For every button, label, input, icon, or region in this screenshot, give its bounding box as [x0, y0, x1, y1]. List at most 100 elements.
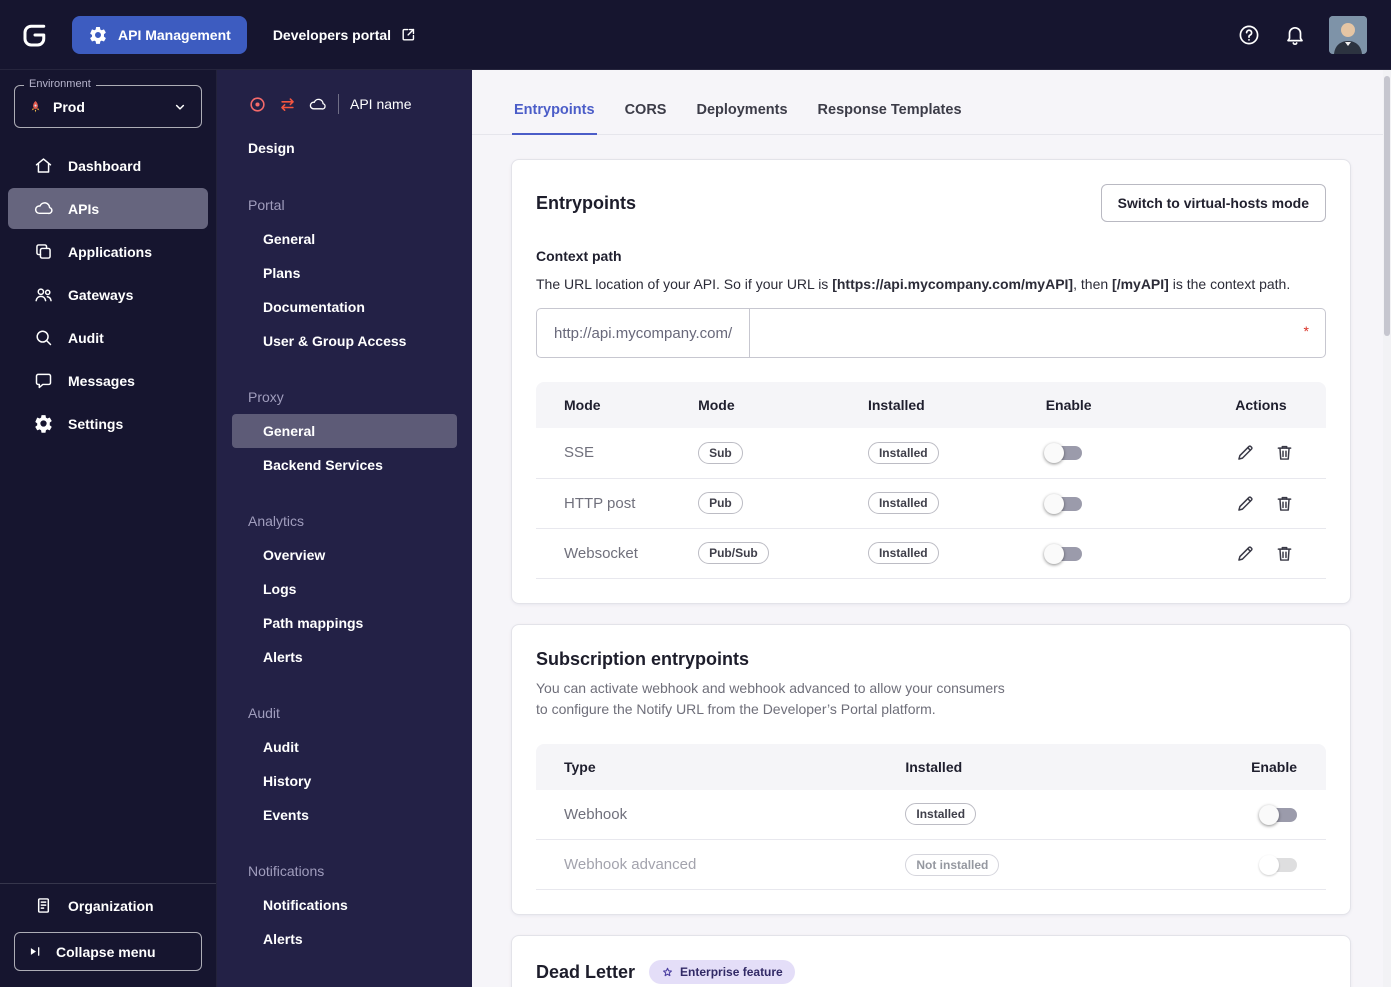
context-path-input[interactable] [750, 309, 1325, 357]
developers-portal-link[interactable]: Developers portal [273, 26, 417, 43]
user-avatar[interactable] [1329, 15, 1367, 54]
environment-select[interactable]: Environment Prod [14, 78, 202, 128]
api-menu-analytics-alerts[interactable]: Alerts [232, 640, 457, 674]
chevron-down-icon [171, 98, 189, 116]
api-menu-history[interactable]: History [232, 764, 457, 798]
edit-icon[interactable] [1235, 493, 1256, 514]
column-header-enable: Enable [1033, 382, 1224, 428]
installed-chip: Installed [867, 542, 939, 564]
tab-deployments[interactable]: Deployments [694, 98, 789, 135]
entrypoint-name: HTTP post [536, 478, 687, 529]
environment-value: Prod [53, 99, 85, 115]
api-menu-plans[interactable]: Plans [232, 256, 457, 290]
context-path-prefix: http://api.mycompany.com/ [537, 309, 751, 357]
installed-chip: Installed [905, 803, 977, 826]
sidebar-item-applications[interactable]: Applications [8, 231, 208, 272]
api-menu-design[interactable]: Design [217, 130, 472, 166]
api-menu-portal-general[interactable]: General [232, 222, 457, 256]
sidebar-item-organization[interactable]: Organization [8, 885, 208, 926]
help-icon[interactable] [1237, 23, 1261, 47]
api-menu-backend-services[interactable]: Backend Services [232, 448, 457, 482]
delete-icon[interactable] [1274, 493, 1295, 514]
gear-icon [33, 413, 54, 434]
edit-icon[interactable] [1235, 543, 1256, 564]
api-menu-path-mappings[interactable]: Path mappings [232, 606, 457, 640]
table-row-websocket: Websocket Pub/Sub Installed [536, 528, 1326, 579]
api-menu-audit[interactable]: Audit [232, 730, 457, 764]
sidebar-item-apis[interactable]: APIs [8, 188, 208, 229]
api-menu-overview[interactable]: Overview [232, 538, 457, 572]
section-title-proxy: Proxy [248, 389, 284, 405]
stop-api-icon[interactable] [248, 95, 267, 114]
sidebar-item-label: Applications [68, 243, 153, 260]
required-asterisk: * [1303, 323, 1309, 339]
installed-chip: Installed [867, 441, 939, 464]
subscription-type: Webhook [536, 789, 894, 840]
star-icon [663, 967, 672, 976]
gravitee-logo-icon [20, 20, 50, 50]
api-menu-documentation[interactable]: Documentation [232, 290, 457, 324]
divider [338, 94, 339, 114]
entrypoints-table: Mode Mode Installed Enable Actions SSE S… [536, 382, 1326, 579]
table-row-http-post: HTTP post Pub Installed [536, 478, 1326, 529]
webhook-advanced-enable-toggle [1259, 855, 1297, 876]
sidebar-item-label: APIs [68, 200, 100, 217]
sidebar-item-label: Gateways [68, 286, 134, 303]
api-menu-proxy-general[interactable]: General [232, 414, 457, 448]
scrollbar-thumb[interactable] [1384, 76, 1390, 336]
api-sidebar: API name Design Portal General Plans Doc… [217, 70, 472, 987]
sidebar-item-messages[interactable]: Messages [8, 360, 208, 401]
websocket-enable-toggle[interactable] [1043, 543, 1082, 564]
table-row-webhook: Webhook Installed [536, 789, 1326, 840]
delete-icon[interactable] [1274, 442, 1295, 463]
primary-sidebar: Environment Prod Dashboard APIs Applicat… [0, 70, 217, 987]
table-row-webhook-advanced: Webhook advanced Not installed [536, 839, 1326, 890]
entrypoint-name: Websocket [536, 528, 687, 579]
section-title-portal: Portal [248, 197, 285, 213]
dead-letter-title: Dead Letter [536, 961, 636, 982]
section-title-audit: Audit [248, 705, 280, 721]
api-name: API name [350, 96, 412, 112]
sidebar-item-label: Dashboard [68, 157, 142, 174]
notifications-bell-icon[interactable] [1283, 23, 1307, 47]
api-menu-notifications-alerts[interactable]: Alerts [232, 922, 457, 956]
collapse-menu-button[interactable]: Collapse menu [14, 932, 202, 971]
desc-text: The URL location of your API. So if your… [536, 276, 833, 292]
column-header-actions: Actions [1223, 382, 1326, 428]
api-menu-events[interactable]: Events [232, 798, 457, 832]
tab-cors[interactable]: CORS [623, 98, 669, 135]
sidebar-item-label: Audit [68, 329, 104, 346]
delete-icon[interactable] [1274, 543, 1295, 564]
sse-enable-toggle[interactable] [1043, 443, 1082, 464]
sync-arrows-icon[interactable] [278, 95, 297, 114]
enterprise-feature-label: Enterprise feature [680, 965, 783, 979]
sidebar-item-dashboard[interactable]: Dashboard [8, 145, 208, 186]
gear-icon [88, 25, 108, 45]
column-header-installed: Installed [893, 743, 1240, 790]
webhook-enable-toggle[interactable] [1259, 804, 1297, 825]
edit-icon[interactable] [1235, 442, 1256, 463]
subscription-table: Type Installed Enable Webhook Installed [536, 743, 1326, 890]
installed-chip: Installed [867, 492, 939, 514]
api-menu-user-group-access[interactable]: User & Group Access [232, 324, 457, 358]
sidebar-item-gateways[interactable]: Gateways [8, 274, 208, 315]
cloud-icon [33, 198, 54, 219]
sidebar-item-audit[interactable]: Audit [8, 317, 208, 358]
search-icon [33, 327, 54, 348]
api-menu-logs[interactable]: Logs [232, 572, 457, 606]
tab-response-templates[interactable]: Response Templates [816, 98, 964, 135]
http-post-enable-toggle[interactable] [1043, 493, 1082, 514]
subscription-description: You can activate webhook and webhook adv… [536, 679, 1005, 717]
sidebar-item-settings[interactable]: Settings [8, 403, 208, 444]
subscription-entrypoints-card: Subscription entrypoints You can activat… [511, 623, 1351, 915]
switch-virtual-hosts-button[interactable]: Switch to virtual-hosts mode [1100, 184, 1326, 222]
desc-url-bold: [https://api.mycompany.com/myAPI] [832, 276, 1074, 292]
external-link-icon [400, 26, 417, 43]
environment-label: Environment [24, 78, 96, 90]
scrollbar[interactable] [1383, 70, 1391, 987]
entrypoints-card: Entrypoints Switch to virtual-hosts mode… [511, 159, 1351, 604]
tab-entrypoints[interactable]: Entrypoints [512, 98, 597, 135]
api-management-button[interactable]: API Management [72, 15, 247, 54]
deploy-cloud-icon[interactable] [308, 95, 327, 114]
api-menu-notifications[interactable]: Notifications [232, 888, 457, 922]
